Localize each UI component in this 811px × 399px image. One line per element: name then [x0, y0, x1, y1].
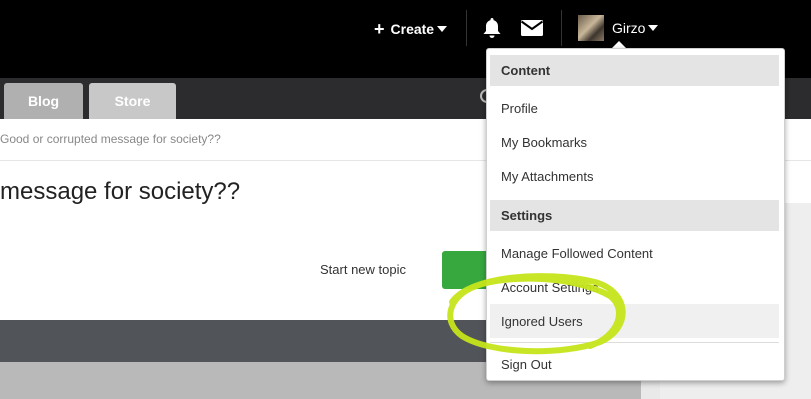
start-new-topic-link[interactable]: Start new topic — [320, 262, 406, 277]
menu-heading-content: Content — [490, 55, 779, 86]
menu-item-my-attachments[interactable]: My Attachments — [490, 159, 779, 193]
tab-blog[interactable]: Blog — [4, 83, 83, 119]
menu-item-account-settings[interactable]: Account Settings — [490, 270, 779, 304]
plus-icon: + — [374, 19, 385, 39]
menu-item-my-bookmarks[interactable]: My Bookmarks — [490, 125, 779, 159]
menu-item-sign-out[interactable]: Sign Out — [490, 347, 779, 381]
tab-store[interactable]: Store — [89, 83, 176, 119]
caret-down-icon — [437, 26, 448, 32]
page-title: message for society?? — [0, 178, 241, 205]
breadcrumb[interactable]: Good or corrupted message for society?? — [0, 132, 221, 146]
user-name: Girzo — [612, 20, 646, 36]
user-menu-toggle[interactable]: Girzo — [578, 15, 659, 41]
envelope-icon[interactable] — [520, 18, 544, 38]
header-divider — [466, 10, 467, 46]
menu-divider — [490, 342, 779, 343]
menu-item-manage-followed-content[interactable]: Manage Followed Content — [490, 236, 779, 270]
user-dropdown-menu: Content Profile My Bookmarks My Attachme… — [486, 48, 785, 381]
create-label: Create — [390, 21, 435, 37]
menu-item-ignored-users[interactable]: Ignored Users — [490, 304, 779, 338]
bell-icon[interactable] — [481, 16, 503, 40]
caret-down-icon — [648, 25, 659, 31]
header-divider — [561, 10, 562, 46]
menu-heading-settings: Settings — [490, 200, 779, 231]
dropdown-pointer — [612, 41, 626, 48]
menu-item-profile[interactable]: Profile — [490, 91, 779, 125]
create-button[interactable]: + Create — [374, 19, 448, 39]
avatar — [578, 15, 604, 41]
